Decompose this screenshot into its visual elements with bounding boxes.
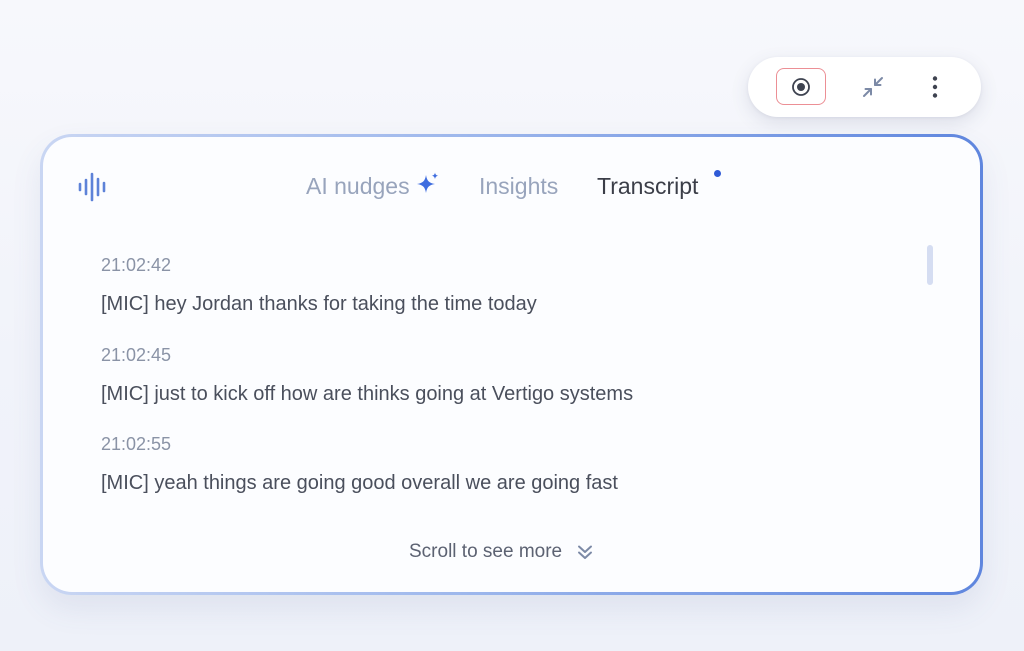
timestamp: 21:02:42 (101, 255, 172, 275)
sparkle-icon (416, 172, 438, 193)
record-icon (792, 77, 810, 96)
minimize-icon (863, 76, 883, 97)
scroll-hint-label: Scroll to see more (409, 541, 563, 562)
more-vertical-icon (932, 75, 938, 98)
tab-ai-nudges[interactable]: AI nudges (306, 170, 440, 202)
transcript-entry: 21:02:45 [MIC] just to kick off how are … (101, 344, 901, 434)
tab-insights-label: Insights (479, 173, 559, 199)
floating-toolbar (748, 57, 981, 117)
transcript-list: 21:02:42 [MIC] hey Jordan thanks for tak… (101, 254, 901, 523)
more-options-button[interactable] (910, 68, 960, 105)
minimize-button[interactable] (848, 68, 898, 105)
tab-transcript[interactable]: Transcript (597, 170, 698, 202)
tab-insights[interactable]: Insights (479, 170, 558, 202)
scroll-to-see-more[interactable]: Scroll to see more (409, 540, 594, 564)
record-button[interactable] (776, 68, 826, 105)
assistant-panel-body: AI nudges Insights Transcript 21:02:42 [… (43, 137, 980, 592)
transcript-entry: 21:02:42 [MIC] hey Jordan thanks for tak… (101, 254, 901, 344)
transcript-text: [MIC] yeah things are going good overall… (101, 472, 618, 494)
timestamp: 21:02:55 (101, 434, 172, 454)
timestamp: 21:02:45 (101, 344, 172, 365)
scrollbar-thumb[interactable] (927, 245, 933, 285)
double-chevron-down-icon (576, 543, 594, 561)
tab-bar: AI nudges Insights Transcript (43, 170, 980, 206)
transcript-text: [MIC] just to kick off how are thinks go… (101, 382, 634, 405)
notification-dot (714, 170, 721, 177)
transcript-text: [MIC] hey Jordan thanks for taking the t… (101, 293, 537, 315)
tab-ai-nudges-label: AI nudges (306, 173, 410, 199)
assistant-panel: AI nudges Insights Transcript 21:02:42 [… (40, 134, 983, 595)
tab-transcript-label: Transcript (597, 173, 699, 199)
transcript-entry: 21:02:55 [MIC] yeah things are going goo… (101, 433, 901, 523)
